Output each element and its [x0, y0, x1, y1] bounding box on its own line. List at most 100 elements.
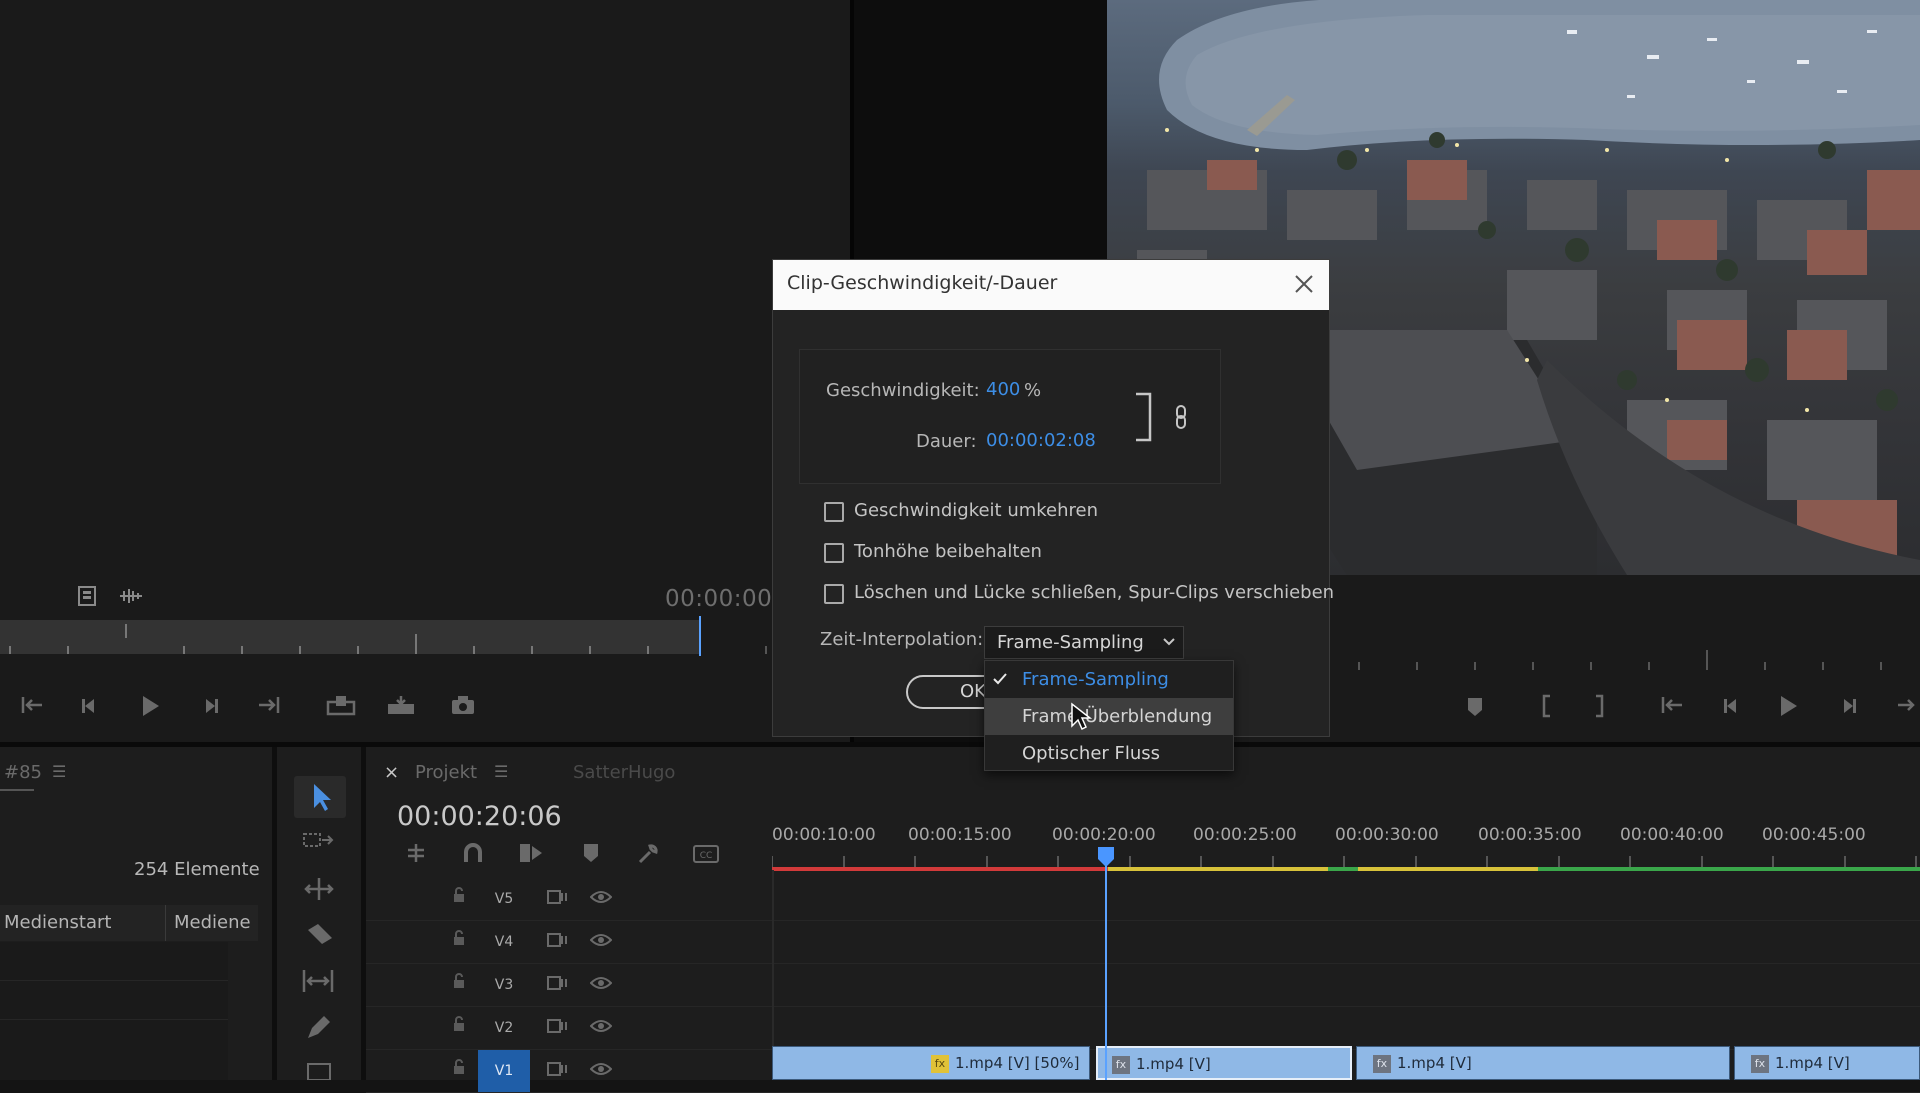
go-to-in-icon[interactable]	[20, 694, 46, 716]
clip-label: 1.mp4 [V]	[1775, 1054, 1850, 1072]
razor-tool-icon[interactable]	[304, 922, 334, 950]
track-label-v4[interactable]: V4	[482, 921, 526, 963]
audio-waveform-icon[interactable]	[118, 587, 144, 605]
lock-icon[interactable]	[452, 887, 466, 903]
chain-link-icon[interactable]	[1174, 404, 1188, 430]
tab-projekt[interactable]: Projekt	[415, 762, 477, 783]
ruler-ticks	[772, 850, 1920, 868]
captions-icon[interactable]: CC	[692, 844, 720, 864]
lock-icon[interactable]	[452, 930, 466, 946]
program-go-to-out-icon[interactable]	[1894, 694, 1920, 716]
ruler-label: 00:00:40:00	[1620, 825, 1724, 845]
project-panel-menu-icon[interactable]: ☰	[52, 762, 66, 781]
option-optical-flow[interactable]: Optischer Fluss	[985, 735, 1233, 772]
maintain-pitch-label: Tonhöhe beibehalten	[854, 541, 1042, 562]
render-bar-yellow	[1108, 867, 1328, 871]
ripple-edit-label: Löschen und Lücke schließen, Spur-Clips …	[854, 582, 1335, 603]
video-clip-selected[interactable]: fx 1.mp4 [V]	[1096, 1046, 1352, 1080]
pen-tool-icon[interactable]	[304, 1014, 334, 1042]
track-label-v5[interactable]: V5	[482, 878, 526, 920]
track-label-v2[interactable]: V2	[482, 1007, 526, 1049]
eye-icon[interactable]	[590, 1019, 612, 1033]
track-select-tool-icon[interactable]	[302, 830, 334, 852]
clip-label: 1.mp4 [V]	[1397, 1054, 1472, 1072]
track-label-v3[interactable]: V3	[482, 964, 526, 1006]
speed-value[interactable]: 400	[986, 379, 1020, 400]
eye-icon[interactable]	[590, 890, 612, 904]
lock-icon[interactable]	[452, 1059, 466, 1075]
clip-label: 1.mp4 [V] [50%]	[955, 1054, 1080, 1072]
video-clip[interactable]: fx 1.mp4 [V] [50%]	[772, 1046, 1090, 1080]
sync-lock-icon[interactable]	[546, 932, 568, 948]
eye-icon[interactable]	[590, 933, 612, 947]
tab-underline	[0, 789, 34, 791]
sync-lock-icon[interactable]	[546, 1018, 568, 1034]
maintain-pitch-checkbox[interactable]	[824, 543, 844, 563]
fx-badge-icon: fx	[1373, 1054, 1391, 1073]
wrench-icon[interactable]	[636, 842, 660, 866]
play-icon[interactable]	[138, 694, 162, 718]
slip-tool-icon[interactable]	[300, 968, 336, 994]
ruler-label: 00:00:20:00	[1052, 825, 1156, 845]
step-back-icon[interactable]	[80, 696, 100, 716]
add-marker-icon[interactable]	[1466, 696, 1484, 718]
mark-in-icon[interactable]	[1538, 694, 1554, 718]
column-header-medienende[interactable]: Mediene	[166, 905, 258, 941]
interpolation-select[interactable]: Frame-Sampling	[984, 626, 1184, 659]
nest-icon[interactable]	[404, 842, 428, 864]
speed-duration-group	[799, 349, 1221, 484]
overwrite-icon[interactable]	[386, 694, 416, 716]
reverse-speed-checkbox[interactable]	[824, 502, 844, 522]
eye-icon[interactable]	[590, 976, 612, 990]
duration-label: Dauer:	[916, 431, 977, 452]
mouse-cursor-icon	[1070, 702, 1092, 732]
duration-value[interactable]: 00:00:02:08	[986, 430, 1096, 451]
timeline-timecode[interactable]: 00:00:20:06	[397, 801, 562, 832]
sync-lock-icon[interactable]	[546, 889, 568, 905]
source-playhead[interactable]	[699, 616, 701, 656]
linked-selection-icon[interactable]	[518, 842, 544, 864]
program-step-back-icon[interactable]	[1722, 696, 1742, 716]
option-frame-sampling[interactable]: Frame-Sampling	[985, 661, 1233, 698]
playhead-line	[1105, 866, 1107, 1080]
go-to-out-icon[interactable]	[255, 694, 281, 716]
list-item[interactable]	[0, 981, 228, 1020]
ripple-edit-checkbox[interactable]	[824, 584, 844, 604]
list-item[interactable]	[0, 1020, 228, 1080]
rectangle-tool-icon[interactable]	[306, 1062, 332, 1080]
video-clip[interactable]: fx 1.mp4 [V]	[1356, 1046, 1730, 1080]
option-frame-blending[interactable]: Frame-Überblendung	[985, 698, 1233, 735]
step-forward-icon[interactable]	[200, 696, 220, 716]
project-tab[interactable]: #85	[4, 762, 42, 783]
render-bar-yellow	[1358, 867, 1538, 871]
ripple-edit-tool-icon[interactable]	[302, 876, 336, 902]
track-label-v1[interactable]: V1	[478, 1050, 530, 1092]
timeline-menu-icon[interactable]: ☰	[494, 762, 508, 781]
program-step-forward-icon[interactable]	[1838, 696, 1858, 716]
mark-out-icon[interactable]	[1592, 694, 1608, 718]
sync-lock-icon[interactable]	[546, 975, 568, 991]
add-marker-timeline-icon[interactable]	[582, 842, 600, 864]
insert-icon[interactable]	[326, 694, 356, 716]
program-go-to-in-icon[interactable]	[1660, 694, 1686, 716]
program-play-icon[interactable]	[1776, 694, 1800, 718]
eye-icon[interactable]	[590, 1062, 612, 1076]
column-header-medienstart[interactable]: Medienstart	[0, 905, 168, 941]
snap-magnet-icon[interactable]	[462, 842, 484, 864]
insert-marker-icon[interactable]	[76, 585, 98, 607]
camera-icon[interactable]	[450, 694, 476, 716]
render-bar-red	[772, 867, 1108, 871]
list-item[interactable]	[0, 942, 228, 981]
playhead-handle[interactable]	[1097, 846, 1115, 868]
lock-icon[interactable]	[452, 1016, 466, 1032]
selection-tool[interactable]	[294, 776, 346, 818]
chevron-down-icon	[1162, 636, 1176, 648]
sync-lock-icon[interactable]	[546, 1061, 568, 1077]
source-ruler[interactable]	[0, 620, 700, 654]
clip-label: 1.mp4 [V]	[1136, 1055, 1211, 1073]
tab-satterhugo[interactable]: SatterHugo	[573, 762, 675, 783]
close-tab-icon[interactable]: ×	[384, 762, 399, 783]
lock-icon[interactable]	[452, 973, 466, 989]
close-icon[interactable]	[1293, 273, 1315, 295]
video-clip[interactable]: fx 1.mp4 [V]	[1734, 1046, 1920, 1080]
